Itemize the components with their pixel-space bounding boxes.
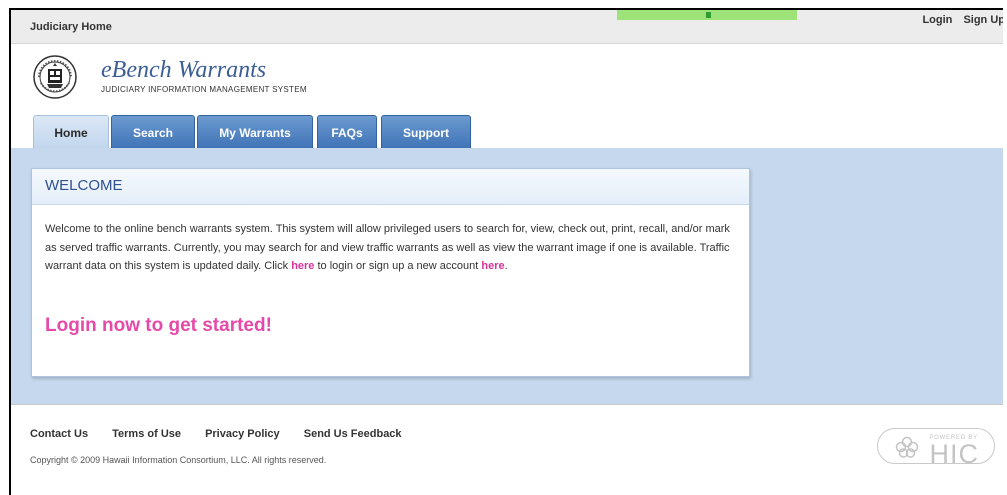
welcome-header: WELCOME [32, 169, 749, 205]
welcome-text-part3: . [504, 260, 508, 272]
signup-link[interactable]: Sign Up [963, 14, 1003, 26]
top-bar: Judiciary Home Login Sign Up [11, 10, 1003, 44]
footer-link-terms-of-use[interactable]: Terms of Use [112, 428, 181, 440]
footer-link-send-feedback[interactable]: Send Us Feedback [304, 428, 402, 440]
hic-flower-icon [895, 436, 919, 458]
login-link[interactable]: Login [922, 14, 952, 26]
login-here-link[interactable]: here [291, 260, 314, 272]
hic-logo-text: HIC [929, 439, 979, 469]
judiciary-home-link[interactable]: Judiciary Home [30, 21, 112, 33]
site-header: eBench Warrants JUDICIARY INFORMATION MA… [11, 44, 1003, 149]
footer-links: Contact Us Terms of Use Privacy Policy S… [30, 428, 423, 440]
footer-link-contact-us[interactable]: Contact Us [30, 428, 88, 440]
site-title: eBench Warrants [101, 57, 267, 83]
welcome-text: Welcome to the online bench warrants sys… [45, 220, 735, 276]
tab-search[interactable]: Search [111, 115, 195, 149]
site-subtitle: JUDICIARY INFORMATION MANAGEMENT SYSTEM [101, 85, 307, 94]
signup-here-link[interactable]: here [481, 260, 504, 272]
login-cta-link[interactable]: Login now to get started! [45, 315, 272, 337]
welcome-panel: WELCOME Welcome to the online bench warr… [31, 168, 750, 377]
green-strip-marker [706, 12, 711, 18]
powered-by-hic-badge[interactable]: POWERED BY HIC [877, 428, 995, 469]
footer: Contact Us Terms of Use Privacy Policy S… [11, 404, 1003, 495]
tab-my-warrants[interactable]: My Warrants [197, 115, 313, 149]
copyright-text: Copyright © 2009 Hawaii Information Cons… [30, 455, 327, 465]
green-highlight-strip [617, 10, 797, 20]
state-seal-icon [33, 55, 77, 99]
welcome-text-part2: to login or sign up a new account [314, 260, 482, 272]
tab-home[interactable]: Home [33, 115, 109, 149]
browser-frame: Judiciary Home Login Sign Up eBench Warr… [9, 8, 1003, 495]
tab-support[interactable]: Support [381, 115, 471, 149]
welcome-heading: WELCOME [45, 177, 123, 194]
auth-links: Login Sign Up [922, 14, 1003, 26]
content-area: WELCOME Welcome to the online bench warr… [11, 148, 1003, 404]
footer-link-privacy-policy[interactable]: Privacy Policy [205, 428, 280, 440]
tab-faqs[interactable]: FAQs [317, 115, 377, 149]
